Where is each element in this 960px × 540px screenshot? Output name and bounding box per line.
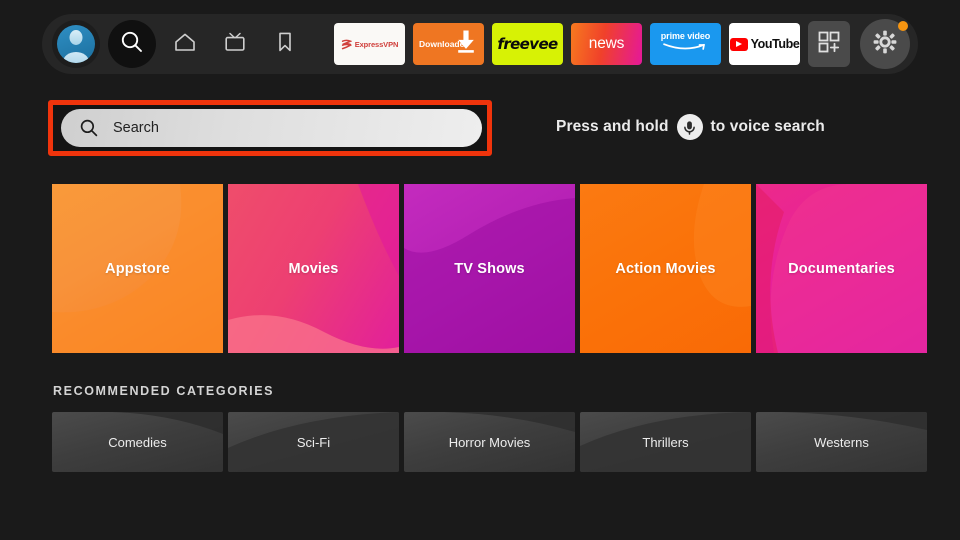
apps-grid-plus-icon [816, 29, 842, 60]
app-label-youtube: YouTube [750, 37, 800, 51]
settings-notification-dot [898, 21, 908, 31]
recommended-tile-label: Horror Movies [448, 434, 531, 450]
app-label-expressvpn: ExpressVPN [354, 39, 399, 49]
featured-tile-documentaries[interactable]: Documentaries [756, 184, 927, 353]
voice-hint-text-before: Press and hold [556, 118, 669, 135]
app-tile-prime-video[interactable]: prime video [650, 23, 721, 65]
nav-item-search[interactable] [108, 20, 156, 68]
recommended-tile-label: Westerns [814, 434, 869, 450]
featured-tile-action-movies[interactable]: Action Movies [580, 184, 751, 353]
voice-search-hint: Press and hold to voice search [556, 114, 825, 140]
avatar-head [69, 30, 83, 45]
recommended-tile-westerns[interactable]: Westerns [756, 412, 927, 472]
voice-hint-text-after: to voice search [710, 118, 825, 135]
featured-tile-tv-shows[interactable]: TV Shows [404, 184, 575, 353]
recommended-tile-horror-movies[interactable]: Horror Movies [404, 412, 575, 472]
settings-button[interactable] [860, 19, 910, 69]
home-icon [173, 31, 197, 58]
featured-tile-label: Movies [288, 260, 339, 277]
search-placeholder: Search [113, 120, 159, 136]
search-field-highlight[interactable]: Search [48, 100, 492, 156]
recommended-tile-label: Thrillers [642, 434, 689, 450]
featured-tile-row: Appstore Movies TV Shows Action Movies D… [52, 184, 927, 353]
magnifier-icon [79, 118, 99, 138]
app-tile-freevee[interactable]: freevee [492, 23, 563, 65]
recommended-tile-label: Comedies [108, 434, 167, 450]
top-navigation-bar: ExpressVPN Downloader freevee news prime… [42, 14, 918, 74]
nav-icon-group [42, 14, 310, 74]
featured-tile-movies[interactable]: Movies [228, 184, 399, 353]
amazon-smile-icon [662, 41, 708, 57]
youtube-play-icon [729, 37, 748, 51]
bookmark-icon [275, 30, 295, 59]
app-shortcut-strip: ExpressVPN Downloader freevee news prime… [334, 19, 918, 69]
download-arrow-icon [455, 29, 477, 60]
avatar-body [63, 52, 89, 63]
app-tile-downloader[interactable]: Downloader [413, 23, 484, 65]
search-icon [119, 29, 145, 60]
app-label-freevee: freevee [497, 35, 558, 53]
apps-grid-button[interactable] [808, 21, 850, 67]
nav-item-watchlist[interactable] [262, 20, 308, 68]
gear-icon [871, 28, 899, 61]
recommended-categories-heading: RECOMMENDED CATEGORIES [53, 384, 275, 398]
search-input[interactable]: Search [61, 109, 482, 147]
nav-item-live-tv[interactable] [212, 20, 258, 68]
featured-tile-label: Action Movies [615, 260, 716, 277]
featured-tile-label: TV Shows [454, 260, 525, 277]
recommended-tile-thrillers[interactable]: Thrillers [580, 412, 751, 472]
app-tile-youtube[interactable]: YouTube [729, 23, 800, 65]
live-tv-icon [223, 31, 247, 58]
app-label-news: news [588, 35, 625, 52]
nav-item-home[interactable] [162, 20, 208, 68]
expressvpn-logo-icon [341, 39, 353, 50]
featured-tile-label: Documentaries [788, 260, 895, 277]
app-label-prime-video: prime video [660, 30, 711, 41]
profile-avatar[interactable] [52, 20, 100, 68]
app-tile-news[interactable]: news [571, 23, 642, 65]
microphone-icon [676, 114, 703, 140]
recommended-tile-sci-fi[interactable]: Sci-Fi [228, 412, 399, 472]
avatar [57, 25, 95, 63]
featured-tile-label: Appstore [105, 260, 170, 277]
recommended-tile-row: Comedies Sci-Fi Horror Movies Thrillers … [52, 412, 927, 472]
featured-tile-appstore[interactable]: Appstore [52, 184, 223, 353]
app-tile-expressvpn[interactable]: ExpressVPN [334, 23, 405, 65]
recommended-tile-label: Sci-Fi [296, 434, 331, 450]
recommended-tile-comedies[interactable]: Comedies [52, 412, 223, 472]
